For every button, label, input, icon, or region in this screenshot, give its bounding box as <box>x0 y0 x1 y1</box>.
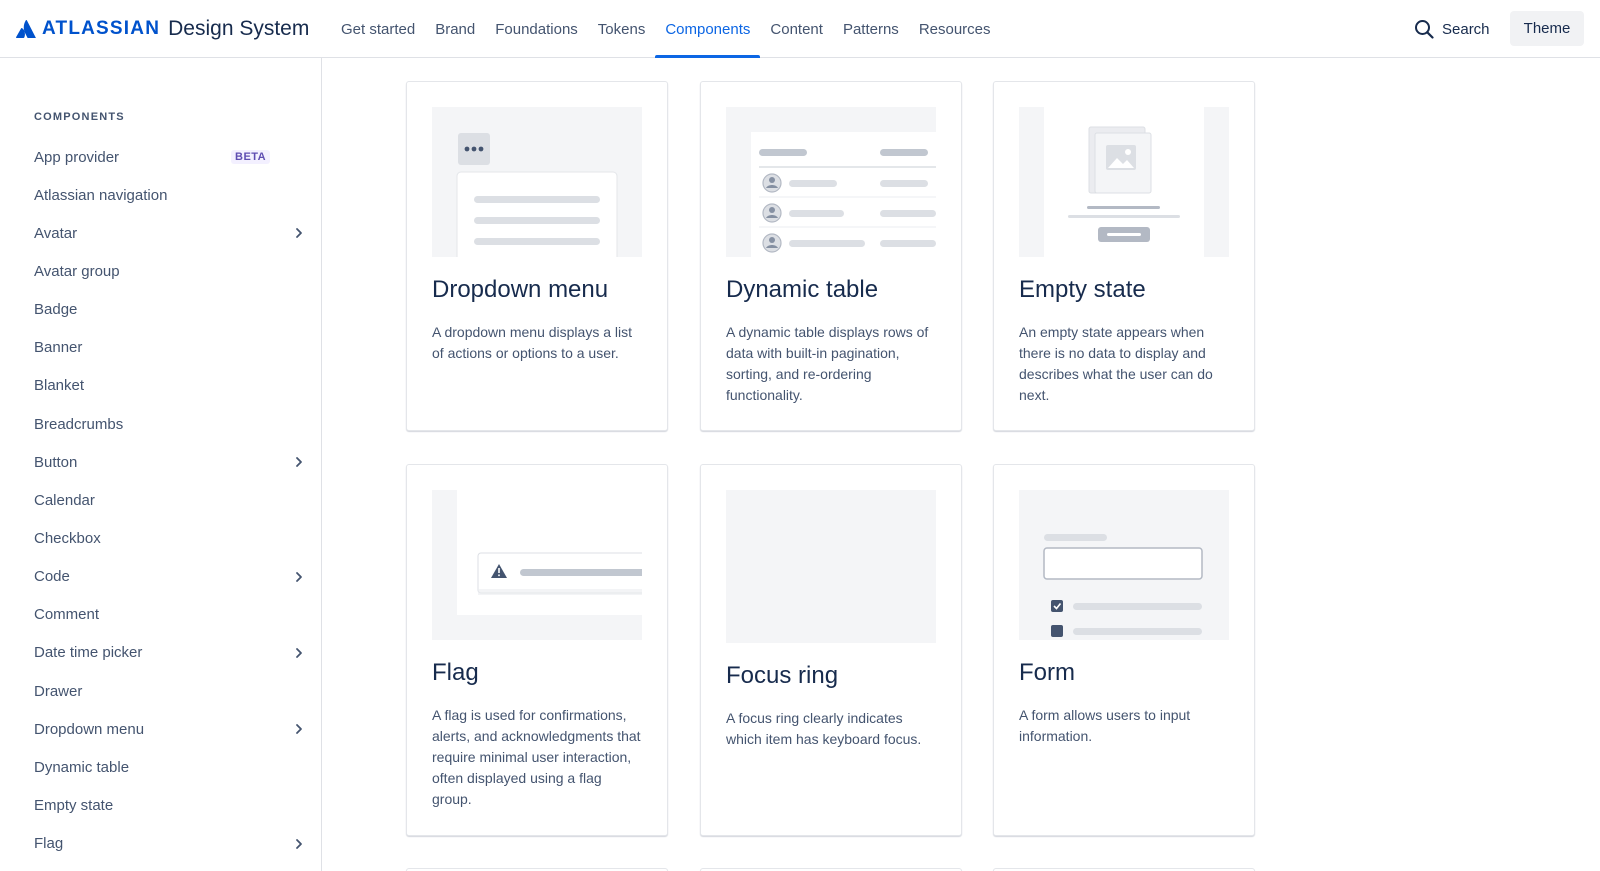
nav-content[interactable]: Content <box>760 0 833 58</box>
sidebar-item-empty-state[interactable]: Empty state <box>0 786 321 824</box>
card-dynamic-table[interactable]: Dynamic table A dynamic table displays r… <box>700 81 962 431</box>
card-description: A dropdown menu displays a list of actio… <box>432 324 632 361</box>
card-title: Empty state <box>1019 276 1146 303</box>
card-description: A form allows users to input information… <box>1019 707 1191 744</box>
chevron-right-icon[interactable] <box>292 570 306 584</box>
sidebar-item-breadcrumbs[interactable]: Breadcrumbs <box>0 405 321 443</box>
sidebar-item-label: Date time picker <box>34 644 143 662</box>
product-name: Design System <box>168 17 310 40</box>
sidebar-item-drawer[interactable]: Drawer <box>0 672 321 710</box>
atlassian-logo[interactable]: ATLASSIAN Design System <box>16 17 309 41</box>
dynamic-table-illustration-graphic <box>751 132 936 257</box>
dynamic-table-illustration <box>726 107 936 257</box>
chevron-right-icon[interactable] <box>292 455 306 469</box>
nav-foundations[interactable]: Foundations <box>485 0 588 58</box>
flag-illustration <box>432 490 642 640</box>
nav-resources[interactable]: Resources <box>909 0 1001 58</box>
form-illustration <box>1019 490 1229 640</box>
theme-button[interactable]: Theme <box>1510 11 1584 46</box>
sidebar-item-label: Flag <box>34 835 64 853</box>
chevron-right-icon[interactable] <box>292 226 306 240</box>
chevron-right-icon[interactable] <box>292 722 306 736</box>
sidebar-item-comment[interactable]: Comment <box>0 596 321 634</box>
sidebar-item-label: Drawer <box>34 682 83 700</box>
sidebar-item-dropdown-menu[interactable]: Dropdown menu <box>0 710 321 748</box>
atlassian-mark-icon <box>16 20 36 38</box>
dropdown-menu-illustration <box>432 107 642 257</box>
sidebar-item-label: Breadcrumbs <box>34 415 124 433</box>
sidebar-item-banner[interactable]: Banner <box>0 329 321 367</box>
card-title: Flag <box>432 659 479 686</box>
sidebar-item-flag[interactable]: Flag <box>0 825 321 863</box>
empty-state-illustration-graphic <box>1044 107 1204 257</box>
sidebar-item-label: Checkbox <box>34 529 101 547</box>
sidebar-item-label: Code <box>34 568 70 586</box>
sidebar-list: App provider BETA Atlassian navigation A… <box>0 138 321 863</box>
sidebar-item-badge[interactable]: Badge <box>0 291 321 329</box>
sidebar-item-label: Badge <box>34 301 78 319</box>
card-description: A dynamic table displays rows of data wi… <box>726 324 929 403</box>
sidebar-item-blanket[interactable]: Blanket <box>0 367 321 405</box>
sidebar-item-atlassian-navigation[interactable]: Atlassian navigation <box>0 176 321 214</box>
card-title: Dropdown menu <box>432 276 609 303</box>
card-focus-ring[interactable]: Focus ring A focus ring clearly indicate… <box>700 464 962 836</box>
beta-badge: BETA <box>231 150 271 164</box>
top-header: ATLASSIAN Design System Get started Bran… <box>0 0 1600 58</box>
chevron-right-icon[interactable] <box>292 837 306 851</box>
search-button[interactable]: Search <box>1414 12 1490 46</box>
card-description: A focus ring clearly indicates which ite… <box>726 710 922 747</box>
card-flag[interactable]: Flag A flag is used for confirmations, a… <box>406 464 668 836</box>
sidebar-item-avatar[interactable]: Avatar <box>0 214 321 252</box>
sidebar-item-label: Avatar group <box>34 262 120 280</box>
sidebar-item-calendar[interactable]: Calendar <box>0 481 321 519</box>
empty-state-illustration <box>1019 107 1229 257</box>
sidebar-item-checkbox[interactable]: Checkbox <box>0 519 321 557</box>
nav-tokens[interactable]: Tokens <box>588 0 656 58</box>
sidebar-item-label: Calendar <box>34 491 95 509</box>
card-description: A flag is used for confirmations, alerts… <box>432 707 641 807</box>
sidebar-heading: COMPONENTS <box>34 111 125 123</box>
search-icon <box>1415 20 1434 39</box>
nav-brand[interactable]: Brand <box>425 0 485 58</box>
sidebar-item-dynamic-table[interactable]: Dynamic table <box>0 748 321 786</box>
sidebar-item-label: Comment <box>34 606 100 624</box>
nav-components[interactable]: Components <box>655 0 761 58</box>
nav-get-started[interactable]: Get started <box>331 0 425 58</box>
sidebar-item-button[interactable]: Button <box>0 443 321 481</box>
card-description: An empty state appears when there is no … <box>1019 324 1213 403</box>
card-dropdown-menu[interactable]: Dropdown menu A dropdown menu displays a… <box>406 81 668 431</box>
sidebar-item-label: Empty state <box>34 796 114 814</box>
card-empty-state[interactable]: Empty state An empty state appears when … <box>993 81 1255 431</box>
sidebar-item-label: Dropdown menu <box>34 720 145 738</box>
sidebar-item-date-time-picker[interactable]: Date time picker <box>0 634 321 672</box>
sidebar-item-label: Avatar <box>34 224 78 242</box>
card-form[interactable]: Form A form allows users to input inform… <box>993 464 1255 836</box>
top-nav: Get started Brand Foundations Tokens Com… <box>331 0 1001 58</box>
flag-illustration-graphic <box>457 490 642 615</box>
card-title: Dynamic table <box>726 276 879 303</box>
brand-wordmark: ATLASSIAN <box>42 18 161 39</box>
search-label: Search <box>1442 20 1490 38</box>
chevron-right-icon[interactable] <box>292 646 306 660</box>
sidebar-item-avatar-group[interactable]: Avatar group <box>0 252 321 290</box>
sidebar-item-label: Banner <box>34 339 83 357</box>
sidebar-item-label: App provider <box>34 148 120 166</box>
nav-patterns[interactable]: Patterns <box>833 0 909 58</box>
sidebar-item-label: Button <box>34 453 78 471</box>
sidebar-item-app-provider[interactable]: App provider BETA <box>0 138 321 176</box>
card-title: Form <box>1019 659 1075 686</box>
sidebar-item-label: Blanket <box>34 377 85 395</box>
form-illustration-graphic <box>1043 534 1203 637</box>
focus-ring-illustration <box>726 490 936 643</box>
sidebar: COMPONENTS App provider BETA Atlassian n… <box>0 58 322 871</box>
sidebar-item-label: Atlassian navigation <box>34 186 168 204</box>
sidebar-item-code[interactable]: Code <box>0 558 321 596</box>
card-title: Focus ring <box>726 662 839 689</box>
dropdown-menu-illustration-graphic <box>456 133 618 257</box>
sidebar-item-label: Dynamic table <box>34 758 130 776</box>
